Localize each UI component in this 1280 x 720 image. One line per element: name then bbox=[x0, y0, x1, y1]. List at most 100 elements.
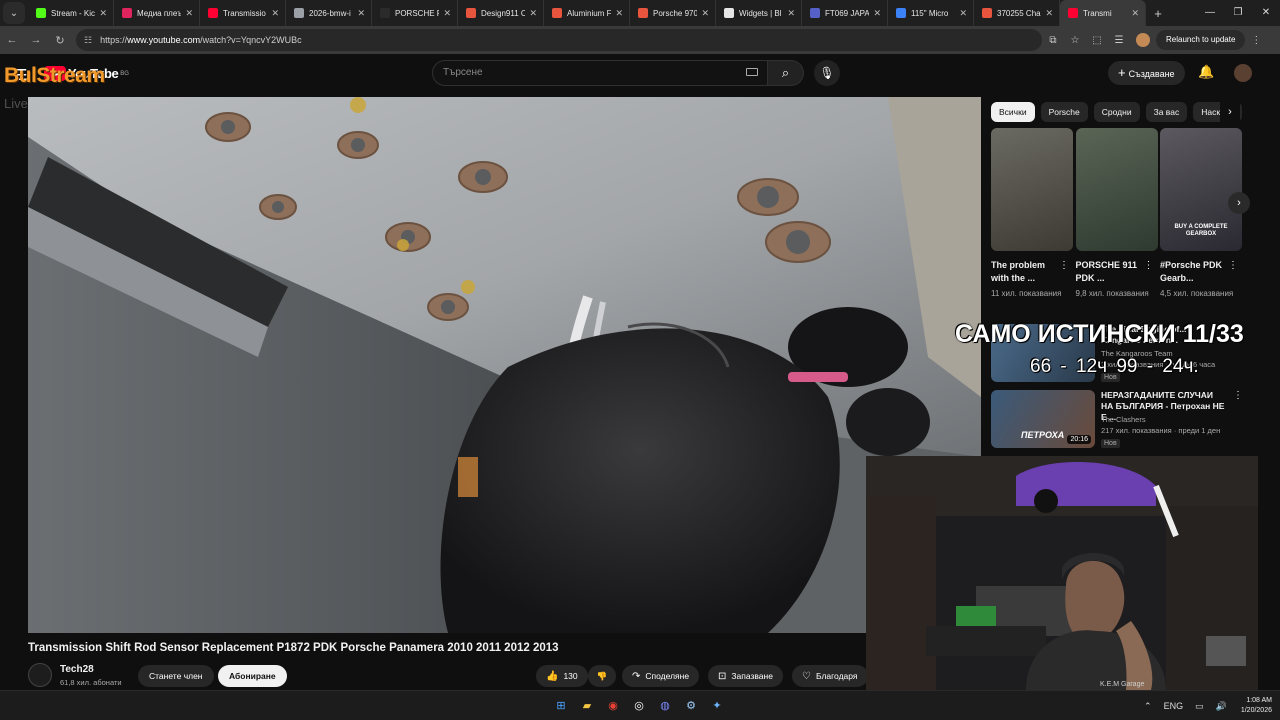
tab-close-icon[interactable]: ✕ bbox=[615, 8, 623, 19]
obs-icon[interactable]: ◎ bbox=[629, 696, 649, 716]
tab-close-icon[interactable]: ✕ bbox=[1045, 8, 1053, 19]
create-button[interactable]: + Създаване bbox=[1108, 61, 1185, 85]
short-views: 9,8 хил. показвания bbox=[1075, 289, 1149, 298]
more-options-icon[interactable]: ⋮ bbox=[1233, 390, 1243, 401]
browser-tab[interactable]: FT069 JAPAN✕ bbox=[802, 0, 888, 26]
profile-avatar[interactable] bbox=[1136, 33, 1150, 47]
filter-chip[interactable]: Porsche bbox=[1040, 102, 1088, 122]
taskbar-clock[interactable]: 1:08 AM 1/20/2026 bbox=[1241, 696, 1272, 716]
install-app-icon[interactable]: ⧉ bbox=[1042, 35, 1064, 46]
thumbs-down-icon: 👎 bbox=[596, 671, 608, 681]
reload-icon[interactable]: ↻ bbox=[48, 34, 72, 47]
browser-tab[interactable]: 2026-bmw-i ✕ bbox=[286, 0, 372, 26]
url-input[interactable]: ☷ https://www.youtube.com/watch?v=YqncvY… bbox=[76, 29, 1042, 51]
recommended-video[interactable]: ПЕТРОХА 20:16 НЕРАЗГАДАНИТЕ СЛУЧАИ НА БЪЛГ… bbox=[991, 390, 1243, 452]
browser-tab[interactable]: PORSCHE PA ✕ bbox=[372, 0, 458, 26]
file-explorer-icon[interactable]: ▰ bbox=[577, 696, 597, 716]
search-button[interactable]: ⌕ bbox=[768, 60, 804, 86]
tab-label: Медиа плеъ bbox=[137, 8, 182, 18]
short-thumbnail[interactable]: BUY A COMPLETE GEARBOX bbox=[1160, 128, 1242, 251]
short-card[interactable]: BUY A COMPLETE GEARBOX #Porsche PDK Gearb… bbox=[1160, 128, 1242, 300]
forward-icon[interactable]: → bbox=[24, 34, 48, 46]
tab-close-icon[interactable]: ✕ bbox=[99, 8, 107, 19]
browser-tab[interactable]: Transmissio ✕ bbox=[200, 0, 286, 26]
network-icon[interactable]: ▭ bbox=[1195, 701, 1204, 712]
volume-icon[interactable]: 🔊 bbox=[1216, 701, 1227, 712]
chevron-right-icon[interactable]: › bbox=[1220, 102, 1240, 122]
extensions-icon[interactable]: ⬚ bbox=[1086, 35, 1108, 46]
short-card[interactable]: The problem with the ... 11 хил. показван… bbox=[991, 128, 1073, 300]
tab-close-icon[interactable]: ✕ bbox=[529, 8, 537, 19]
short-card[interactable]: PORSCHE 911 PDK ... 9,8 хил. показвания ⋮ bbox=[1075, 128, 1158, 300]
new-tab-button[interactable]: + bbox=[1146, 6, 1170, 21]
tab-search-button[interactable]: ⌄ bbox=[3, 2, 25, 24]
windows-start-icon[interactable]: ⊞ bbox=[551, 696, 571, 716]
thanks-button[interactable]: ♡ Благодаря bbox=[792, 665, 868, 687]
keyboard-icon[interactable] bbox=[746, 68, 758, 76]
dislike-button[interactable]: 👎 bbox=[588, 665, 616, 687]
maximize-button[interactable]: ❐ bbox=[1224, 0, 1252, 26]
subscriber-count: 61,8 хил. абонати bbox=[60, 678, 122, 687]
channel-avatar[interactable] bbox=[28, 663, 52, 687]
tab-close-icon[interactable]: ✕ bbox=[701, 8, 709, 19]
tab-close-icon[interactable]: ✕ bbox=[443, 8, 451, 19]
microphone-icon[interactable]: 🎙 bbox=[814, 60, 840, 86]
more-options-icon[interactable]: ⋮ bbox=[1144, 260, 1154, 271]
short-thumbnail[interactable] bbox=[1075, 128, 1158, 251]
discord-icon[interactable]: ◍ bbox=[655, 696, 675, 716]
browser-tab[interactable]: 370255 Cha ✕ bbox=[974, 0, 1060, 26]
video-player[interactable] bbox=[28, 97, 981, 633]
browser-tab[interactable]: Медиа плеъ ✕ bbox=[114, 0, 200, 26]
minimize-button[interactable]: — bbox=[1196, 0, 1224, 26]
channel-name[interactable]: Tech28 bbox=[60, 664, 94, 675]
browser-tab[interactable]: Porsche 970 ✕ bbox=[630, 0, 716, 26]
app-icon[interactable]: ✦ bbox=[707, 696, 727, 716]
filter-chip[interactable]: Сродни bbox=[1093, 102, 1140, 122]
share-button[interactable]: ↷ Споделяне bbox=[622, 665, 700, 687]
browser-tab[interactable]: Widgets | Bl ✕ bbox=[716, 0, 802, 26]
taskbar-time: 1:08 AM bbox=[1246, 697, 1272, 704]
sidebar-icon[interactable]: ☰ bbox=[1108, 35, 1130, 46]
filter-chip[interactable]: Всички bbox=[991, 102, 1035, 122]
tab-close-icon[interactable]: ✕ bbox=[271, 8, 279, 19]
tab-close-icon[interactable]: ✕ bbox=[1131, 8, 1139, 19]
browser-menu-icon[interactable]: ⋮ bbox=[1245, 35, 1267, 46]
close-window-button[interactable]: ✕ bbox=[1252, 0, 1280, 26]
system-tray: ⌃ ENG ▭ 🔊 1:08 AM 1/20/2026 bbox=[1138, 693, 1272, 719]
steam-icon[interactable]: ⚙ bbox=[681, 696, 701, 716]
short-title: #Porsche PDK Gearb... bbox=[1160, 260, 1223, 283]
more-options-icon[interactable]: ⋮ bbox=[1228, 260, 1238, 271]
account-avatar[interactable] bbox=[1234, 64, 1252, 82]
site-info-icon[interactable]: ☷ bbox=[84, 35, 92, 46]
video-thumbnail[interactable]: ПЕТРОХА 20:16 bbox=[991, 390, 1095, 448]
save-button[interactable]: ⊡ Запазване bbox=[708, 665, 783, 687]
like-button[interactable]: 👍 130 bbox=[536, 665, 588, 687]
browser-tab[interactable]: Transmi ✕ bbox=[1060, 0, 1146, 26]
chevron-up-icon[interactable]: ⌃ bbox=[1144, 701, 1152, 712]
tab-label: Widgets | Bl bbox=[739, 8, 782, 18]
back-icon[interactable]: ← bbox=[0, 34, 24, 46]
tab-label: FT069 JAPAN bbox=[825, 8, 870, 18]
tab-close-icon[interactable]: ✕ bbox=[873, 8, 881, 19]
notifications-bell-icon[interactable]: 🔔 bbox=[1198, 64, 1214, 80]
tab-close-icon[interactable]: ✕ bbox=[787, 8, 795, 19]
relaunch-button[interactable]: Relaunch to update bbox=[1156, 30, 1246, 50]
filter-chip[interactable]: За вас bbox=[1145, 102, 1188, 122]
browser-tab[interactable]: Stream - Kic ✕ bbox=[28, 0, 114, 26]
shorts-next-icon[interactable]: › bbox=[1228, 192, 1250, 214]
browser-tab[interactable]: Design911 C ✕ bbox=[458, 0, 544, 26]
browser-tab[interactable]: 115" Micro ✕ bbox=[888, 0, 974, 26]
tab-label: Porsche 970 bbox=[653, 8, 698, 18]
language-indicator[interactable]: ENG bbox=[1164, 701, 1184, 711]
more-options-icon[interactable]: ⋮ bbox=[1059, 260, 1069, 271]
browser-tab[interactable]: Aluminium F ✕ bbox=[544, 0, 630, 26]
tab-close-icon[interactable]: ✕ bbox=[185, 8, 193, 19]
bookmark-star-icon[interactable]: ☆ bbox=[1064, 35, 1086, 46]
tab-close-icon[interactable]: ✕ bbox=[357, 8, 365, 19]
short-thumbnail[interactable] bbox=[991, 128, 1073, 251]
search-input[interactable]: Търсене bbox=[432, 60, 768, 86]
join-button[interactable]: Станете член bbox=[138, 665, 214, 687]
subscribe-button[interactable]: Абониране bbox=[218, 665, 287, 687]
tab-close-icon[interactable]: ✕ bbox=[959, 8, 967, 19]
chrome-icon[interactable]: ◉ bbox=[603, 696, 623, 716]
